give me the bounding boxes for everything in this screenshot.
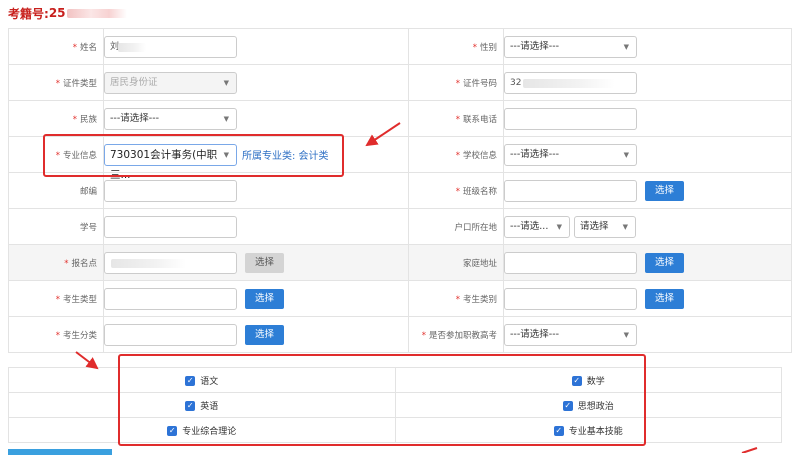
annotation-arrow-icon [365, 122, 401, 147]
annotation-arrows [75, 122, 758, 453]
annotation-arrow-icon [75, 351, 99, 370]
submit-button-partial[interactable] [8, 449, 112, 455]
annotation-arrow-icon [741, 447, 758, 453]
